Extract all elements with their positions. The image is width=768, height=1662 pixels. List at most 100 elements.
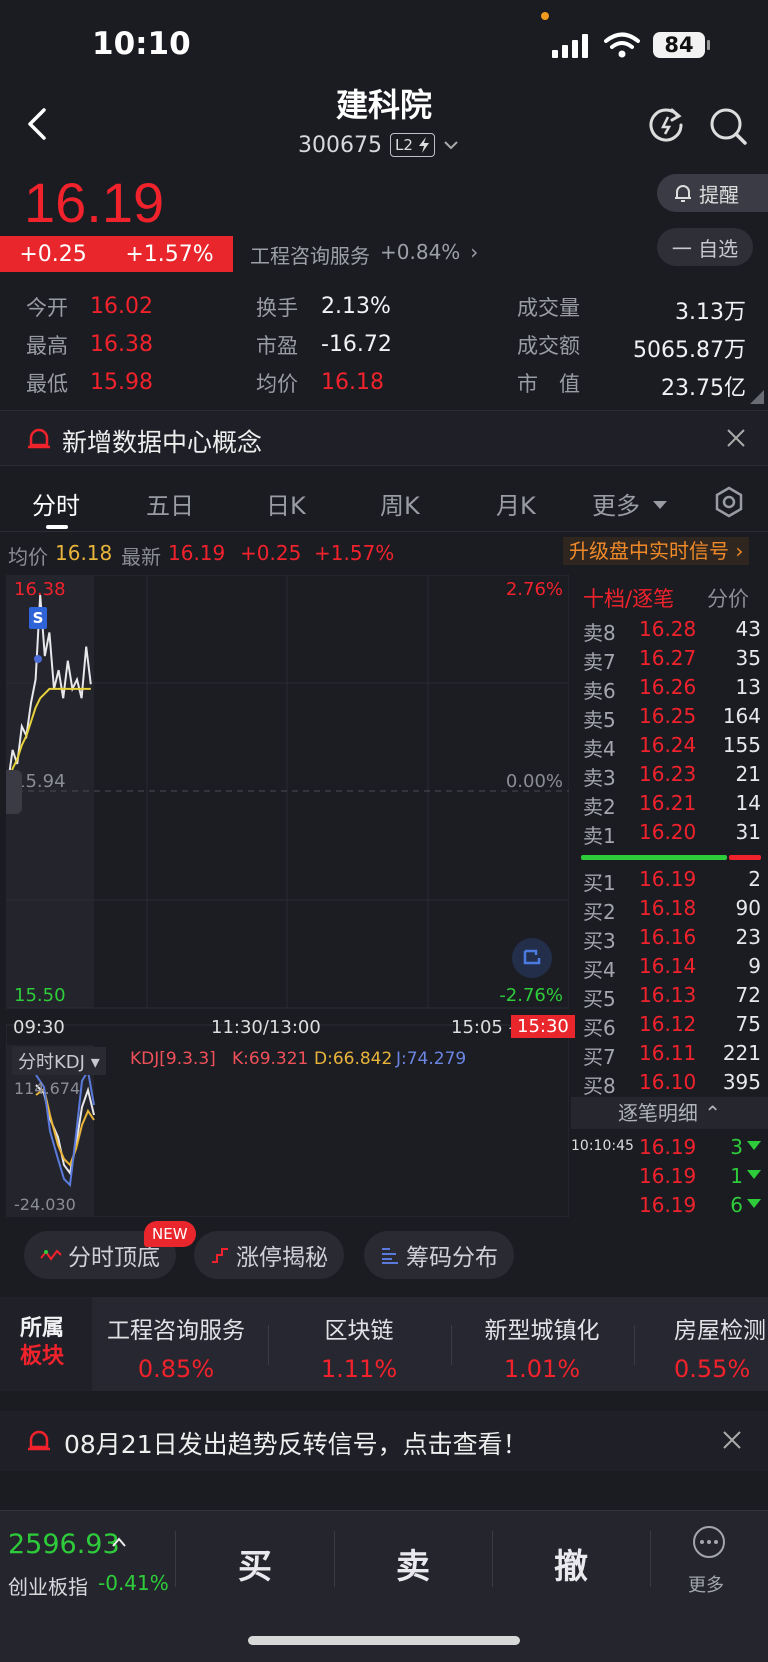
ask-price: 16.27 bbox=[639, 646, 697, 670]
tab-weekly-k[interactable]: 周K bbox=[380, 486, 420, 521]
ask-row[interactable]: 卖6 16.26 13 bbox=[571, 675, 761, 703]
new-badge: NEW bbox=[144, 1221, 196, 1247]
sell-button[interactable]: 卖 bbox=[338, 1539, 488, 1588]
tab-five-day[interactable]: 五日 bbox=[146, 486, 194, 521]
bid-price: 16.19 bbox=[639, 867, 697, 891]
bid-volume: 9 bbox=[748, 954, 761, 978]
ask-row[interactable]: 卖5 16.25 164 bbox=[571, 704, 761, 732]
chip-distribution-chip[interactable]: 筹码分布 bbox=[364, 1231, 514, 1279]
bid-price: 16.11 bbox=[639, 1041, 697, 1065]
search-icon[interactable] bbox=[708, 106, 748, 146]
bid-row[interactable]: 买1 16.19 2 bbox=[571, 867, 761, 895]
high-value: 16.38 bbox=[90, 332, 153, 357]
ask-row[interactable]: 卖4 16.24 155 bbox=[571, 733, 761, 761]
signal-icon bbox=[552, 34, 588, 58]
industry-link[interactable]: 工程咨询服务 +0.84% › bbox=[250, 240, 478, 269]
high-label: 最高 bbox=[26, 334, 68, 358]
bid-row[interactable]: 买3 16.16 23 bbox=[571, 925, 761, 953]
sector-divider bbox=[451, 1325, 452, 1365]
sector-divider bbox=[268, 1325, 269, 1365]
close-icon[interactable] bbox=[721, 1429, 743, 1451]
tab-daily-k[interactable]: 日K bbox=[266, 486, 306, 521]
kdj-selector[interactable]: 分时KDJ ▾ bbox=[12, 1047, 106, 1075]
avg-price-label: 均价 bbox=[8, 545, 48, 569]
bid-volume: 90 bbox=[735, 896, 761, 920]
more-button[interactable]: 更多 bbox=[655, 1521, 768, 1611]
tick-row: 16.19 1 bbox=[571, 1164, 761, 1192]
ask-row[interactable]: 卖2 16.21 14 bbox=[571, 791, 761, 819]
limit-up-chip[interactable]: 涨停揭秘 bbox=[194, 1231, 344, 1279]
fullscreen-button[interactable] bbox=[512, 938, 552, 978]
remind-button[interactable]: 提醒 bbox=[657, 174, 768, 212]
ask-row[interactable]: 卖7 16.27 35 bbox=[571, 646, 761, 674]
home-indicator[interactable] bbox=[248, 1636, 520, 1645]
bid-price: 16.10 bbox=[639, 1070, 697, 1094]
ask-volume: 31 bbox=[735, 820, 761, 844]
ask-price: 16.28 bbox=[639, 617, 697, 641]
ask-label: 卖6 bbox=[583, 679, 616, 703]
tab-monthly-k[interactable]: 月K bbox=[496, 486, 536, 521]
cancel-order-button[interactable]: 撤 bbox=[496, 1539, 646, 1588]
bid-price: 16.16 bbox=[639, 925, 697, 949]
sector-item-blockchain[interactable]: 区块链 1.11% bbox=[279, 1311, 439, 1383]
sector-title-line2: 板块 bbox=[20, 1344, 65, 1369]
bid-volume: 221 bbox=[722, 1041, 761, 1065]
sector-item-urbanization[interactable]: 新型城镇化 1.01% bbox=[462, 1311, 622, 1383]
low-value: 15.98 bbox=[90, 370, 153, 395]
level2-label: L2 bbox=[394, 136, 413, 154]
bid-label: 买1 bbox=[583, 871, 616, 895]
concept-banner[interactable]: 新增数据中心概念 bbox=[0, 410, 768, 466]
signal-banner[interactable]: 08月21日发出趋势反转信号，点击查看！ bbox=[0, 1411, 768, 1471]
sector-item-housing[interactable]: 房屋检测 0.55% bbox=[644, 1311, 768, 1383]
tick-row: 16.19 6 bbox=[571, 1193, 761, 1221]
bars-icon bbox=[382, 1248, 398, 1264]
ask-row[interactable]: 卖3 16.23 21 bbox=[571, 762, 761, 790]
volume-value: 3.13万 bbox=[675, 300, 746, 325]
tick-volume: 3 bbox=[730, 1135, 743, 1159]
open-label: 今开 bbox=[26, 296, 68, 320]
upgrade-signal-link[interactable]: 升级盘中实时信号 › bbox=[563, 537, 750, 565]
bid-label: 买6 bbox=[583, 1016, 616, 1040]
bid-row[interactable]: 买7 16.11 221 bbox=[571, 1041, 761, 1069]
ask-row[interactable]: 卖8 16.28 43 bbox=[571, 617, 761, 645]
chart-area[interactable]: 16.38 2.76% 15.94 0.00% 15.50 -2.76% S 0… bbox=[6, 575, 575, 1217]
ask-row[interactable]: 卖1 16.20 31 bbox=[571, 820, 761, 848]
avg-price-value: 16.18 bbox=[55, 541, 113, 565]
down-arrow-icon bbox=[747, 1199, 761, 1208]
index-value: 2596.93 bbox=[8, 1529, 120, 1560]
open-value: 16.02 bbox=[90, 294, 153, 319]
sell-signal-marker[interactable]: S bbox=[29, 607, 47, 629]
bid-price: 16.14 bbox=[639, 954, 697, 978]
time-axis-end: 15:30 bbox=[511, 1015, 575, 1038]
tab-intraday[interactable]: 分时 bbox=[32, 486, 80, 521]
avg-label: 均价 bbox=[256, 372, 298, 396]
bid-row[interactable]: 买5 16.13 72 bbox=[571, 983, 761, 1011]
index-ticker[interactable]: 2596.93 创业板指 -0.41% bbox=[0, 1511, 175, 1611]
refresh-icon[interactable] bbox=[648, 106, 686, 144]
sector-title-line1: 所属 bbox=[20, 1316, 65, 1341]
avg-value: 16.18 bbox=[321, 370, 384, 395]
sector-item-engineering[interactable]: 工程咨询服务 0.85% bbox=[96, 1311, 256, 1383]
bid-row[interactable]: 买8 16.10 395 bbox=[571, 1070, 761, 1098]
add-watchlist-button[interactable]: 一 自选 bbox=[657, 228, 753, 266]
bar-divider bbox=[334, 1531, 335, 1587]
buy-button[interactable]: 买 bbox=[180, 1539, 330, 1588]
tab-more[interactable]: 更多 bbox=[592, 486, 640, 521]
orderbook-tab-price[interactable]: 分价 bbox=[707, 583, 749, 613]
sector-title: 所属 板块 bbox=[20, 1315, 64, 1371]
settings-hexagon-icon[interactable] bbox=[714, 486, 744, 518]
intraday-chart[interactable] bbox=[6, 575, 569, 1217]
expand-corner-icon[interactable] bbox=[750, 390, 764, 404]
ask-price: 16.24 bbox=[639, 733, 697, 757]
orderbook-tab-title[interactable]: 十档/逐笔 bbox=[583, 583, 674, 613]
chart-side-handle[interactable] bbox=[6, 770, 22, 814]
tick-detail-toggle[interactable]: 逐笔明细 ⌃ bbox=[571, 1097, 768, 1129]
upgrade-signal-text: 升级盘中实时信号 bbox=[569, 539, 729, 563]
caret-up-icon bbox=[112, 1537, 126, 1547]
amount-label: 成交额 bbox=[517, 334, 580, 358]
bid-row[interactable]: 买6 16.12 75 bbox=[571, 1012, 761, 1040]
bid-row[interactable]: 买4 16.14 9 bbox=[571, 954, 761, 982]
stock-code-row[interactable]: 300675 L2 bbox=[298, 129, 459, 161]
bid-row[interactable]: 买2 16.18 90 bbox=[571, 896, 761, 924]
close-icon[interactable] bbox=[725, 427, 747, 449]
